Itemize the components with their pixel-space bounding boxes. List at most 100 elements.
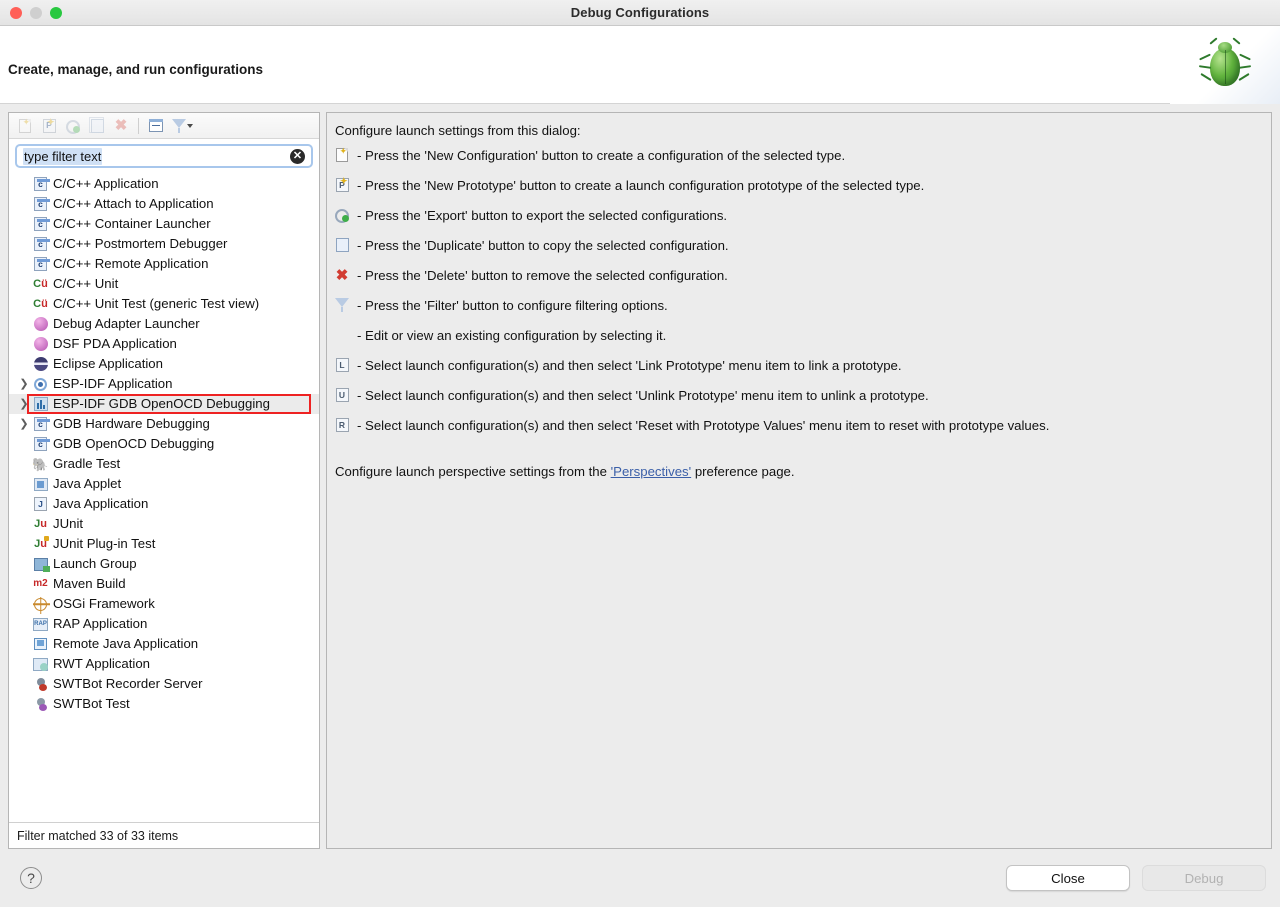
tree-item-label: Remote Java Application bbox=[53, 637, 198, 650]
toolbar-divider bbox=[138, 118, 139, 134]
tree-item-junit-plug-in-test[interactable]: JuJUnit Plug-in Test bbox=[9, 534, 319, 554]
new-config-icon: ✦ bbox=[331, 146, 353, 164]
esp-idf-gdb-icon bbox=[32, 396, 49, 412]
tree-item-esp-idf-gdb-openocd-debugging[interactable]: ❯ ESP-IDF GDB OpenOCD Debugging bbox=[9, 394, 319, 414]
tree-item-debug-adapter-launcher[interactable]: Debug Adapter Launcher bbox=[9, 314, 319, 334]
details-line-text: - Edit or view an existing configuration… bbox=[357, 326, 666, 345]
tree-item-label: ESP-IDF GDB OpenOCD Debugging bbox=[53, 397, 270, 410]
tree-item-gradle-test[interactable]: 🐘 Gradle Test bbox=[9, 454, 319, 474]
collapse-all-button[interactable] bbox=[145, 116, 167, 136]
tree-item-label: Maven Build bbox=[53, 577, 126, 590]
filter-button[interactable] bbox=[169, 116, 196, 136]
tree-item-c-c-container-launcher[interactable]: cC/C++ Container Launcher bbox=[9, 214, 319, 234]
tree-item-rap-application[interactable]: RAPRAP Application bbox=[9, 614, 319, 634]
help-icon[interactable]: ? bbox=[20, 867, 42, 889]
swtbot-test-icon bbox=[32, 696, 49, 712]
details-line: - Press the 'Export' button to export th… bbox=[331, 206, 1261, 236]
tree-item-java-application[interactable]: JJava Application bbox=[9, 494, 319, 514]
tree-item-c-c-postmortem-debugger[interactable]: cC/C++ Postmortem Debugger bbox=[9, 234, 319, 254]
tree-item-label: Debug Adapter Launcher bbox=[53, 317, 200, 330]
tree-item-launch-group[interactable]: Launch Group bbox=[9, 554, 319, 574]
tree-item-swtbot-recorder-server[interactable]: SWTBot Recorder Server bbox=[9, 674, 319, 694]
footer-actions: Close Debug bbox=[1006, 865, 1266, 891]
gradle-elephant-icon: 🐘 bbox=[32, 456, 49, 472]
tree-item-label: Gradle Test bbox=[53, 457, 120, 470]
export-button[interactable] bbox=[62, 116, 84, 136]
tree-item-c-c-unit[interactable]: CüC/C++ Unit bbox=[9, 274, 319, 294]
tree-item-label: DSF PDA Application bbox=[53, 337, 177, 350]
details-line-text: - Press the 'Duplicate' button to copy t… bbox=[357, 236, 729, 255]
tree-item-osgi-framework[interactable]: OSGi Framework bbox=[9, 594, 319, 614]
dialog-banner: Create, manage, and run configurations bbox=[0, 26, 1280, 104]
tree-item-label: Eclipse Application bbox=[53, 357, 163, 370]
tree-item-label: C/C++ Remote Application bbox=[53, 257, 208, 270]
tree-item-eclipse-application[interactable]: Eclipse Application bbox=[9, 354, 319, 374]
dialog-footer: ? Close Debug bbox=[0, 849, 1280, 907]
tree-item-label: SWTBot Test bbox=[53, 697, 130, 710]
delete-icon: ✖ bbox=[331, 266, 353, 284]
tree-item-c-c-unit-test-generic-test-view[interactable]: CüC/C++ Unit Test (generic Test view) bbox=[9, 294, 319, 314]
new-prototype-icon: P✦ bbox=[331, 176, 353, 194]
dialog-content: ✦ P✦ ✖ bbox=[0, 104, 1280, 849]
tree-item-maven-build[interactable]: m2Maven Build bbox=[9, 574, 319, 594]
details-intro: Configure launch settings from this dial… bbox=[335, 123, 1261, 138]
launch-group-icon bbox=[32, 556, 49, 572]
tree-item-rwt-application[interactable]: RWT Application bbox=[9, 654, 319, 674]
details-footer: Configure launch perspective settings fr… bbox=[335, 464, 1261, 479]
new-configuration-button[interactable]: ✦ bbox=[14, 116, 36, 136]
tree-item-label: Launch Group bbox=[53, 557, 137, 570]
details-line: - Press the 'Duplicate' button to copy t… bbox=[331, 236, 1261, 266]
cpp-app-icon: c bbox=[32, 256, 49, 272]
rap-app-icon: RAP bbox=[32, 616, 49, 632]
delete-button[interactable]: ✖ bbox=[110, 116, 132, 136]
tree-item-gdb-openocd-debugging[interactable]: cGDB OpenOCD Debugging bbox=[9, 434, 319, 454]
tree-item-c-c-remote-application[interactable]: c C/C++ Remote Application bbox=[9, 254, 319, 274]
configurations-tree-panel: ✦ P✦ ✖ bbox=[8, 112, 320, 849]
chevron-right-icon[interactable]: ❯ bbox=[17, 379, 31, 390]
cpp-app-icon: c bbox=[32, 176, 49, 192]
debug-button[interactable]: Debug bbox=[1142, 865, 1266, 891]
chevron-right-icon[interactable]: ❯ bbox=[17, 419, 31, 430]
launch-type-tree[interactable]: cC/C++ ApplicationcC/C++ Attach to Appli… bbox=[9, 172, 319, 822]
cpp-app-icon: c bbox=[32, 196, 49, 212]
banner-graphic bbox=[1170, 26, 1280, 104]
export-icon bbox=[331, 206, 353, 224]
details-line: L- Select launch configuration(s) and th… bbox=[331, 356, 1261, 386]
cpp-app-icon: c bbox=[32, 416, 49, 432]
junit-icon: Ju bbox=[32, 516, 49, 532]
osgi-icon bbox=[32, 596, 49, 612]
tree-item-swtbot-test[interactable]: SWTBot Test bbox=[9, 694, 319, 714]
tree-item-gdb-hardware-debugging[interactable]: ❯cGDB Hardware Debugging bbox=[9, 414, 319, 434]
search-input-value: type filter text bbox=[23, 148, 102, 165]
search-input[interactable]: type filter text ✕ bbox=[15, 144, 313, 168]
details-line: P✦- Press the 'New Prototype' button to … bbox=[331, 176, 1261, 206]
chevron-right-icon[interactable]: ❯ bbox=[17, 399, 31, 410]
tree-item-c-c-application[interactable]: cC/C++ Application bbox=[9, 174, 319, 194]
details-panel: Configure launch settings from this dial… bbox=[326, 112, 1272, 849]
clear-search-icon[interactable]: ✕ bbox=[290, 149, 305, 164]
debug-configurations-window: Debug Configurations Create, manage, and… bbox=[0, 0, 1280, 907]
details-instruction-list: ✦- Press the 'New Configuration' button … bbox=[331, 146, 1261, 446]
java-app-icon: J bbox=[32, 496, 49, 512]
new-prototype-button[interactable]: P✦ bbox=[38, 116, 60, 136]
tree-item-junit[interactable]: JuJUnit bbox=[9, 514, 319, 534]
cpp-app-icon: c bbox=[32, 436, 49, 452]
details-line-text: - Press the 'Export' button to export th… bbox=[357, 206, 727, 225]
chevron-down-icon[interactable] bbox=[187, 124, 193, 128]
tree-item-esp-idf-application[interactable]: ❯ESP-IDF Application bbox=[9, 374, 319, 394]
link-prototype-icon: L bbox=[331, 356, 353, 374]
close-button[interactable]: Close bbox=[1006, 865, 1130, 891]
duplicate-button[interactable] bbox=[86, 116, 108, 136]
filter-icon bbox=[331, 296, 353, 314]
cpp-app-icon: c bbox=[32, 216, 49, 232]
tree-item-label: RWT Application bbox=[53, 657, 150, 670]
tree-item-dsf-pda-application[interactable]: DSF PDA Application bbox=[9, 334, 319, 354]
perspectives-link[interactable]: 'Perspectives' bbox=[611, 464, 692, 479]
tree-item-label: OSGi Framework bbox=[53, 597, 155, 610]
swtbot-recorder-icon bbox=[32, 676, 49, 692]
tree-item-java-applet[interactable]: Java Applet bbox=[9, 474, 319, 494]
tree-item-remote-java-application[interactable]: Remote Java Application bbox=[9, 634, 319, 654]
filter-field-wrapper: type filter text ✕ bbox=[9, 139, 319, 172]
tree-item-c-c-attach-to-application[interactable]: cC/C++ Attach to Application bbox=[9, 194, 319, 214]
details-line-text: - Select launch configuration(s) and the… bbox=[357, 416, 1049, 435]
